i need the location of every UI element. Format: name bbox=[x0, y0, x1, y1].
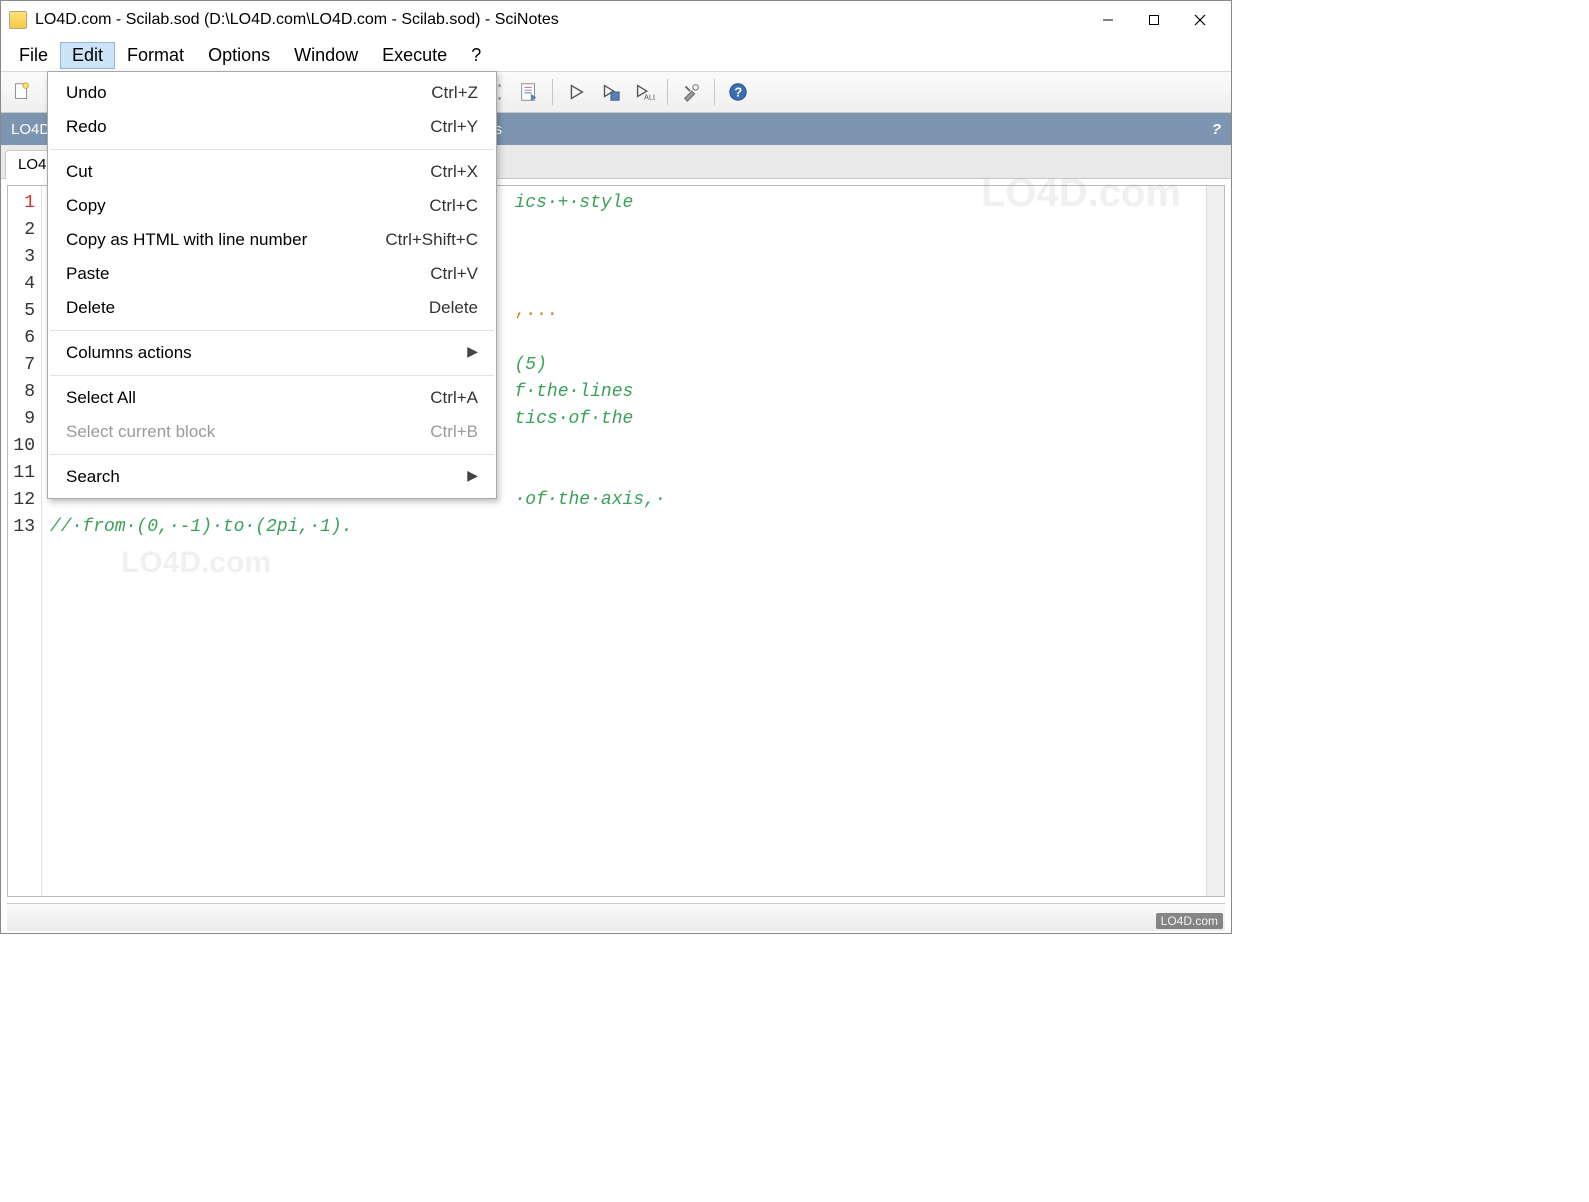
maximize-button[interactable] bbox=[1131, 5, 1177, 35]
line-number: 13 bbox=[8, 514, 35, 541]
line-number: 11 bbox=[8, 460, 35, 487]
close-button[interactable] bbox=[1177, 5, 1223, 35]
statusbar bbox=[7, 903, 1225, 931]
menu-item-select-current-block: Select current blockCtrl+B bbox=[48, 415, 496, 449]
line-number: 5 bbox=[8, 298, 35, 325]
line-number: 8 bbox=[8, 379, 35, 406]
tools-icon bbox=[680, 81, 702, 103]
menu-item-label: Paste bbox=[66, 264, 430, 284]
menu-separator bbox=[50, 149, 494, 150]
line-number: 10 bbox=[8, 433, 35, 460]
menu-item-shortcut: Ctrl+V bbox=[430, 264, 478, 284]
menu-item-redo[interactable]: RedoCtrl+Y bbox=[48, 110, 496, 144]
execute-button[interactable] bbox=[561, 77, 591, 107]
svg-text:?: ? bbox=[734, 85, 742, 100]
execute-all-button[interactable]: ALL bbox=[629, 77, 659, 107]
menu-item-shortcut: Ctrl+Z bbox=[431, 83, 478, 103]
menu-item-label: Select All bbox=[66, 388, 430, 408]
menu-format[interactable]: Format bbox=[115, 42, 196, 69]
minimize-button[interactable] bbox=[1085, 5, 1131, 35]
menu-item-label: Cut bbox=[66, 162, 430, 182]
line-number: 2 bbox=[8, 217, 35, 244]
new-file-icon bbox=[11, 81, 33, 103]
execute-save-button[interactable] bbox=[595, 77, 625, 107]
menu-item-shortcut: Ctrl+C bbox=[429, 196, 478, 216]
close-icon bbox=[1194, 14, 1206, 26]
preferences-button[interactable] bbox=[676, 77, 706, 107]
maximize-icon bbox=[1148, 14, 1160, 26]
menubar: FileEditFormatOptionsWindowExecute? bbox=[1, 39, 1231, 71]
window-title: LO4D.com - Scilab.sod (D:\LO4D.com\LO4D.… bbox=[35, 11, 1085, 29]
toolbar-separator bbox=[714, 79, 715, 105]
menu-item-delete[interactable]: DeleteDelete bbox=[48, 291, 496, 325]
menu-separator bbox=[50, 330, 494, 331]
menu-item-label: Undo bbox=[66, 83, 431, 103]
submenu-arrow-icon: ▶ bbox=[467, 467, 478, 487]
line-gutter: 12345678910111213 bbox=[8, 186, 42, 896]
menu-item-shortcut: Delete bbox=[429, 298, 478, 318]
menu-item-shortcut: Ctrl+B bbox=[430, 422, 478, 442]
play-icon bbox=[565, 81, 587, 103]
line-number: 9 bbox=[8, 406, 35, 433]
corner-watermark: LO4D.com bbox=[1156, 913, 1223, 929]
line-number: 7 bbox=[8, 352, 35, 379]
help-icon: ? bbox=[727, 81, 749, 103]
menu-item-search[interactable]: Search▶ bbox=[48, 460, 496, 494]
menu-separator bbox=[50, 454, 494, 455]
line-number: 6 bbox=[8, 325, 35, 352]
line-number: 1 bbox=[8, 190, 35, 217]
menu-item-label: Copy as HTML with line number bbox=[66, 230, 385, 250]
menu-item-shortcut: Ctrl+X bbox=[430, 162, 478, 182]
menu-item-label: Copy bbox=[66, 196, 429, 216]
minimize-icon bbox=[1102, 14, 1114, 26]
code-line: //·from·(0,·-1)·to·(2pi,·1). bbox=[50, 514, 1198, 541]
menu-item-shortcut: Ctrl+A bbox=[430, 388, 478, 408]
menu-item-shortcut: Ctrl+Y bbox=[430, 117, 478, 137]
panel-help-button[interactable]: ? bbox=[1212, 121, 1221, 138]
menu-item-label: Select current block bbox=[66, 422, 430, 442]
menu-item-select-all[interactable]: Select AllCtrl+A bbox=[48, 381, 496, 415]
goto-button[interactable] bbox=[514, 77, 544, 107]
svg-text:ALL: ALL bbox=[644, 92, 655, 101]
toolbar-separator bbox=[667, 79, 668, 105]
line-number: 12 bbox=[8, 487, 35, 514]
watermark: LO4D.com bbox=[121, 546, 271, 580]
help-button[interactable]: ? bbox=[723, 77, 753, 107]
menu-separator bbox=[50, 375, 494, 376]
menu-file[interactable]: File bbox=[7, 42, 60, 69]
line-number: 3 bbox=[8, 244, 35, 271]
edit-menu-dropdown: UndoCtrl+ZRedoCtrl+YCutCtrl+XCopyCtrl+CC… bbox=[47, 71, 497, 499]
app-icon bbox=[9, 11, 27, 29]
menu-item-label: Search bbox=[66, 467, 467, 487]
titlebar: LO4D.com - Scilab.sod (D:\LO4D.com\LO4D.… bbox=[1, 1, 1231, 39]
menu-execute[interactable]: Execute bbox=[370, 42, 459, 69]
play-all-icon: ALL bbox=[633, 81, 655, 103]
menu-edit[interactable]: Edit bbox=[60, 42, 115, 69]
menu-item-shortcut: Ctrl+Shift+C bbox=[385, 230, 478, 250]
menu-window[interactable]: Window bbox=[282, 42, 370, 69]
menu-item-cut[interactable]: CutCtrl+X bbox=[48, 155, 496, 189]
menu-help[interactable]: ? bbox=[459, 42, 493, 69]
new-file-button[interactable] bbox=[7, 77, 37, 107]
menu-item-label: Delete bbox=[66, 298, 429, 318]
toolbar-separator bbox=[552, 79, 553, 105]
menu-item-undo[interactable]: UndoCtrl+Z bbox=[48, 76, 496, 110]
menu-item-paste[interactable]: PasteCtrl+V bbox=[48, 257, 496, 291]
vertical-scrollbar[interactable] bbox=[1206, 186, 1224, 896]
watermark: LO4D.com bbox=[981, 171, 1181, 216]
play-save-icon bbox=[599, 81, 621, 103]
menu-item-label: Columns actions bbox=[66, 343, 467, 363]
menu-item-label: Redo bbox=[66, 117, 430, 137]
menu-options[interactable]: Options bbox=[196, 42, 282, 69]
window-controls bbox=[1085, 5, 1223, 35]
submenu-arrow-icon: ▶ bbox=[467, 343, 478, 363]
menu-item-copy-as-html-with-line-number[interactable]: Copy as HTML with line numberCtrl+Shift+… bbox=[48, 223, 496, 257]
line-number: 4 bbox=[8, 271, 35, 298]
menu-item-copy[interactable]: CopyCtrl+C bbox=[48, 189, 496, 223]
goto-icon bbox=[518, 81, 540, 103]
menu-item-columns-actions[interactable]: Columns actions▶ bbox=[48, 336, 496, 370]
